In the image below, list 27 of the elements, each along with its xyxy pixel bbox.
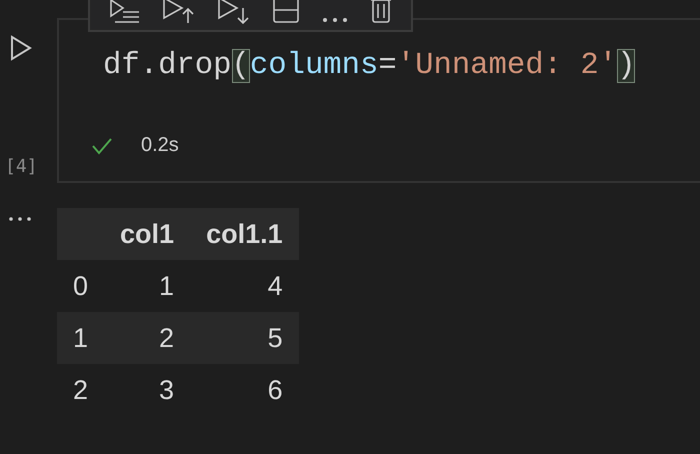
table-cell: 1 [104,260,190,312]
row-index: 2 [57,364,104,416]
table-cell: 3 [104,364,190,416]
parameter-name: columns [250,49,378,83]
run-below-icon[interactable] [216,0,251,24]
execution-time: 0.2s [141,134,179,157]
trash-icon[interactable] [370,0,392,24]
column-header: col1 [104,208,190,260]
split-cell-icon[interactable] [272,0,300,24]
table-cell: 6 [190,364,299,416]
bracket: ) [617,49,636,83]
run-lines-icon[interactable] [108,0,141,24]
run-icon[interactable] [10,35,32,61]
table-cell: 4 [190,260,299,312]
code-text: df.drop [103,49,232,83]
run-above-icon[interactable] [162,0,196,24]
table-cell: 2 [104,312,190,364]
column-header: col1.1 [190,208,299,260]
string-literal: 'Unnamed: 2' [396,49,618,83]
more-icon[interactable] [321,16,350,24]
output-more-icon[interactable] [8,216,32,222]
bracket: ( [232,49,250,83]
table-cell: 5 [190,312,299,364]
code-text: = [378,49,397,83]
row-index: 0 [57,260,104,312]
execution-count: [4] [5,156,38,177]
row-index: 1 [57,312,104,364]
